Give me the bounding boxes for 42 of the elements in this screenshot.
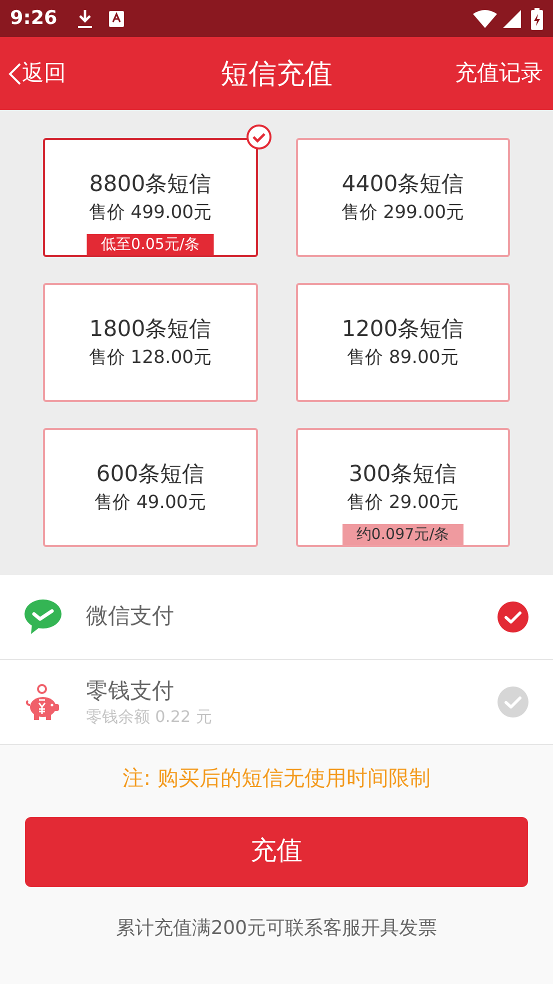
package-title: 1800条短信 — [89, 316, 212, 344]
package-card[interactable]: 1800条短信 售价 128.00元 — [43, 283, 258, 402]
package-price: 售价 128.00元 — [88, 346, 212, 370]
recharge-history-link[interactable]: 充值记录 — [455, 57, 553, 90]
balance-text: 零钱余额 0.22 元 — [86, 707, 213, 727]
keyboard-icon — [109, 10, 124, 26]
check-icon[interactable] — [497, 686, 529, 718]
unit-price-tag: 低至0.05元/条 — [87, 234, 214, 255]
back-button[interactable]: 返回 — [0, 57, 66, 90]
package-card[interactable]: 4400条短信 售价 299.00元 — [296, 138, 510, 257]
package-card[interactable]: 8800条短信 售价 499.00元 低至0.05元/条 — [43, 138, 258, 257]
invoice-note: 累计充值满200元可联系客服开具发票 — [116, 916, 438, 940]
package-price: 售价 89.00元 — [347, 346, 458, 370]
signal-icon — [503, 10, 521, 28]
wifi-icon — [473, 10, 497, 28]
package-price: 售价 499.00元 — [88, 200, 212, 224]
page-title: 短信充值 — [220, 56, 332, 92]
status-time: 9:26 — [10, 6, 58, 32]
package-price: 售价 299.00元 — [341, 200, 464, 224]
payment-label: 零钱支付 — [86, 678, 175, 706]
package-title: 4400条短信 — [342, 170, 464, 198]
recharge-button[interactable]: 充值 — [25, 816, 528, 886]
package-card[interactable]: 300条短信 售价 29.00元 约0.097元/条 — [296, 428, 510, 547]
package-price: 售价 29.00元 — [347, 490, 458, 514]
chat-bubble-icon — [24, 599, 62, 635]
download-icon — [77, 8, 94, 28]
back-icon — [8, 62, 22, 86]
selected-check-icon — [246, 124, 272, 150]
package-title: 600条短信 — [96, 460, 204, 488]
piggy-bank-icon — [24, 683, 62, 721]
package-price: 售价 49.00元 — [94, 490, 206, 514]
check-icon[interactable] — [497, 601, 529, 633]
package-card[interactable]: 1200条短信 售价 89.00元 — [296, 283, 510, 402]
note-text: 注: 购买后的短信无使用时间限制 — [122, 765, 430, 792]
package-title: 8800条短信 — [89, 170, 212, 198]
package-title: 1200条短信 — [342, 316, 464, 344]
unit-price-tag: 约0.097元/条 — [342, 524, 464, 545]
payment-label: 微信支付 — [86, 603, 175, 631]
package-title: 300条短信 — [348, 460, 457, 488]
battery-icon — [531, 8, 543, 30]
payment-option[interactable]: 微信支付 — [0, 575, 553, 660]
package-card[interactable]: 600条短信 售价 49.00元 — [43, 428, 258, 547]
